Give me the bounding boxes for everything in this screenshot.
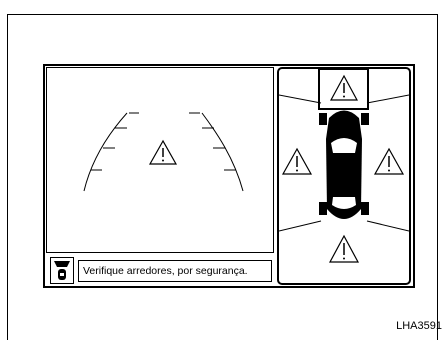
around-view-monitor bbox=[277, 67, 411, 285]
right-warning-icon bbox=[373, 147, 405, 175]
front-warning-icon bbox=[329, 74, 359, 101]
car-top-view-icon bbox=[319, 110, 369, 219]
display-screen: Verifique arredores, por segurança. bbox=[43, 64, 415, 288]
guide-lines bbox=[83, 112, 244, 192]
warning-triangle-icon bbox=[148, 139, 178, 165]
status-bar: Verifique arredores, por segurança. bbox=[46, 254, 274, 285]
rear-warning-icon bbox=[328, 234, 360, 263]
camera-view-icon bbox=[54, 261, 70, 280]
left-warning-icon bbox=[281, 147, 313, 175]
camera-view-button[interactable] bbox=[50, 257, 74, 284]
safety-message: Verifique arredores, por segurança. bbox=[78, 260, 272, 282]
figure-code: LHA3591 bbox=[396, 320, 442, 332]
rear-camera-view bbox=[46, 67, 274, 253]
